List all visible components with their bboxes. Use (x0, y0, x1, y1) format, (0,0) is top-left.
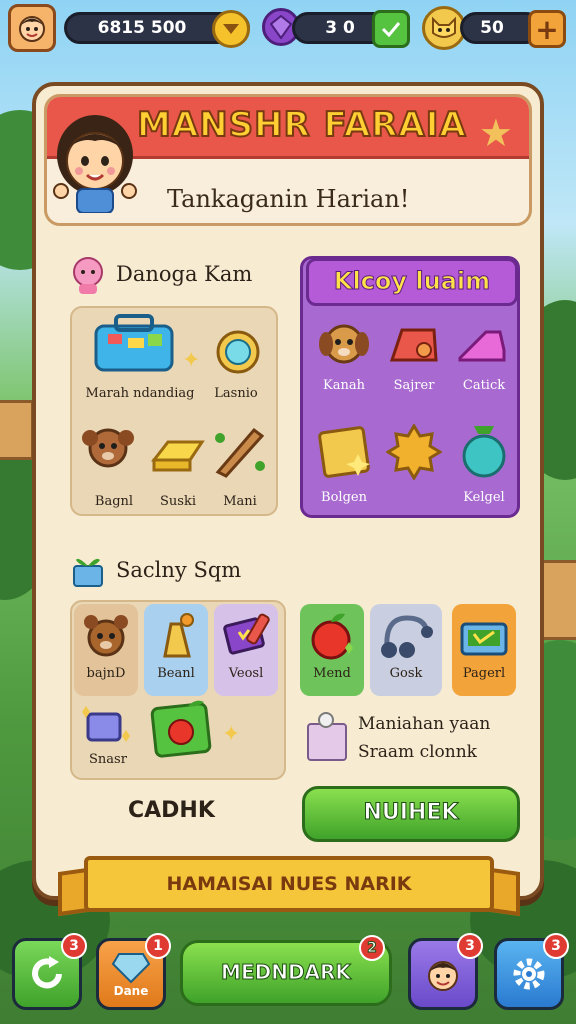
gold-bar-icon[interactable] (150, 430, 206, 476)
bonus-tile-label: Mend (313, 666, 351, 681)
gem-check-button[interactable] (372, 10, 410, 48)
refresh-badge: 3 (61, 933, 87, 959)
chevron-down-icon (223, 24, 239, 34)
claim-button[interactable]: CADHK (128, 798, 215, 823)
bonus-tile[interactable]: Beanl (144, 604, 208, 696)
premium-item-label: Bolgen (321, 490, 367, 505)
star-icon[interactable]: ★ (479, 111, 513, 155)
bonus-tile-label: Beanl (157, 666, 195, 681)
friends-button[interactable]: 3 (408, 933, 483, 1010)
gear-icon (513, 958, 545, 990)
treasure-chest-icon (452, 604, 516, 666)
premium-item-label: Sajrer (393, 378, 435, 393)
premium-item-label: Kelgel (463, 490, 505, 505)
confirm-button[interactable]: NUIHEK (302, 786, 520, 842)
bonus-tile[interactable]: Mend (300, 604, 364, 696)
house-right (540, 560, 576, 640)
premium-item-label: Kanah (323, 378, 365, 393)
bonus-note-line2: Sraam clonnk (358, 742, 477, 762)
coin-add-button[interactable] (212, 10, 250, 48)
section-premium-title: Klcoy luaim (306, 258, 518, 306)
daily-item-label: Mani (223, 494, 257, 509)
add-currency-button[interactable]: + (528, 10, 566, 48)
cat-face-icon (432, 16, 456, 38)
friends-badge: 3 (457, 933, 483, 959)
pink-girl-icon (73, 257, 103, 294)
bottom-ribbon[interactable]: HAMAISAI NUES NARIK (84, 856, 494, 912)
bonus-tile-label: Pagerl (462, 666, 506, 681)
section-daily-title: Danoga Kam (116, 262, 253, 286)
pink-shoe-icon[interactable] (456, 320, 512, 372)
bonus-tile[interactable]: Pagerl (452, 604, 516, 696)
purple-gem-icon (270, 15, 292, 39)
seedling-box-icon (73, 558, 103, 587)
daily-item-label: Suski (160, 494, 196, 509)
apple-card-icon[interactable] (148, 696, 214, 760)
compass-icon[interactable] (212, 326, 264, 378)
bag-button[interactable]: Dane 1 (96, 933, 171, 1010)
bear-icon (74, 604, 138, 666)
gold-medal-icon[interactable] (386, 424, 442, 480)
girl-character-icon (53, 115, 137, 213)
gift-bag-icon (307, 712, 347, 761)
bonus-tile-label: Veosl (228, 666, 264, 681)
diamond-icon (111, 953, 151, 984)
top-bar: 6815 500 3 0 50 + (8, 4, 568, 52)
spell-book-icon (214, 604, 278, 666)
headphones-icon (370, 604, 442, 666)
daily-item-label: Lasnio (214, 386, 258, 401)
bonus-note-line1: Maniahan yaan (358, 714, 491, 734)
settings-button[interactable]: 3 (494, 933, 569, 1010)
player-face-icon (19, 16, 45, 42)
apple-icon (300, 604, 364, 666)
refresh-button[interactable]: 3 (12, 933, 87, 1010)
page-title: MANSHR FARAIA (136, 104, 467, 146)
red-backpack-icon[interactable] (386, 320, 442, 372)
player-avatar[interactable] (8, 4, 56, 52)
golden-frame-icon[interactable] (316, 424, 372, 480)
house-left (0, 400, 34, 460)
premium-item-label: Catick (462, 378, 506, 393)
section-bonus-title: Saclny Sqm (116, 558, 242, 582)
toolbox-icon[interactable] (92, 312, 176, 374)
puppy-icon[interactable] (82, 422, 134, 478)
bonus-tile-label: bajnD (86, 666, 126, 681)
teal-potion-icon[interactable] (456, 424, 512, 480)
flute-icon[interactable] (212, 422, 268, 478)
friend-face-icon (428, 961, 458, 991)
main-action-button[interactable]: MEDNDARK 2 (180, 935, 392, 1006)
plus-icon: + (535, 12, 559, 46)
checkmark-icon (381, 22, 401, 37)
bonus-tile[interactable]: Gosk (370, 604, 442, 696)
refresh-icon (32, 956, 62, 989)
panel-header: MANSHR FARAIA ★ Tankaganin Harian! (44, 94, 532, 226)
gem-cluster-icon[interactable] (78, 704, 134, 752)
daily-item-label: Marah ndandiag (85, 386, 195, 401)
dog-icon[interactable] (316, 316, 372, 374)
main-action-badge: 2 (359, 935, 385, 961)
sparkle-icon: ✦ (182, 348, 201, 373)
yellow-vase-icon (144, 604, 208, 666)
bonus-tile-label: Snasr (89, 752, 127, 767)
bonus-tile[interactable]: bajnD (74, 604, 138, 696)
main-action-label: MEDNDARK (221, 960, 352, 985)
sparkle-icon: ✦ (222, 722, 241, 747)
bonus-tile[interactable]: Veosl (214, 604, 278, 696)
settings-badge: 3 (543, 933, 569, 959)
bonus-tile-label: Gosk (389, 666, 423, 681)
page-subtitle: Tankaganin Harian! (167, 185, 410, 213)
bag-badge: 1 (145, 933, 171, 959)
bag-label: Dane (113, 984, 149, 998)
daily-panel: MANSHR FARAIA ★ Tankaganin Harian! Danog… (32, 82, 544, 917)
daily-item-label: Bagnl (94, 494, 134, 509)
